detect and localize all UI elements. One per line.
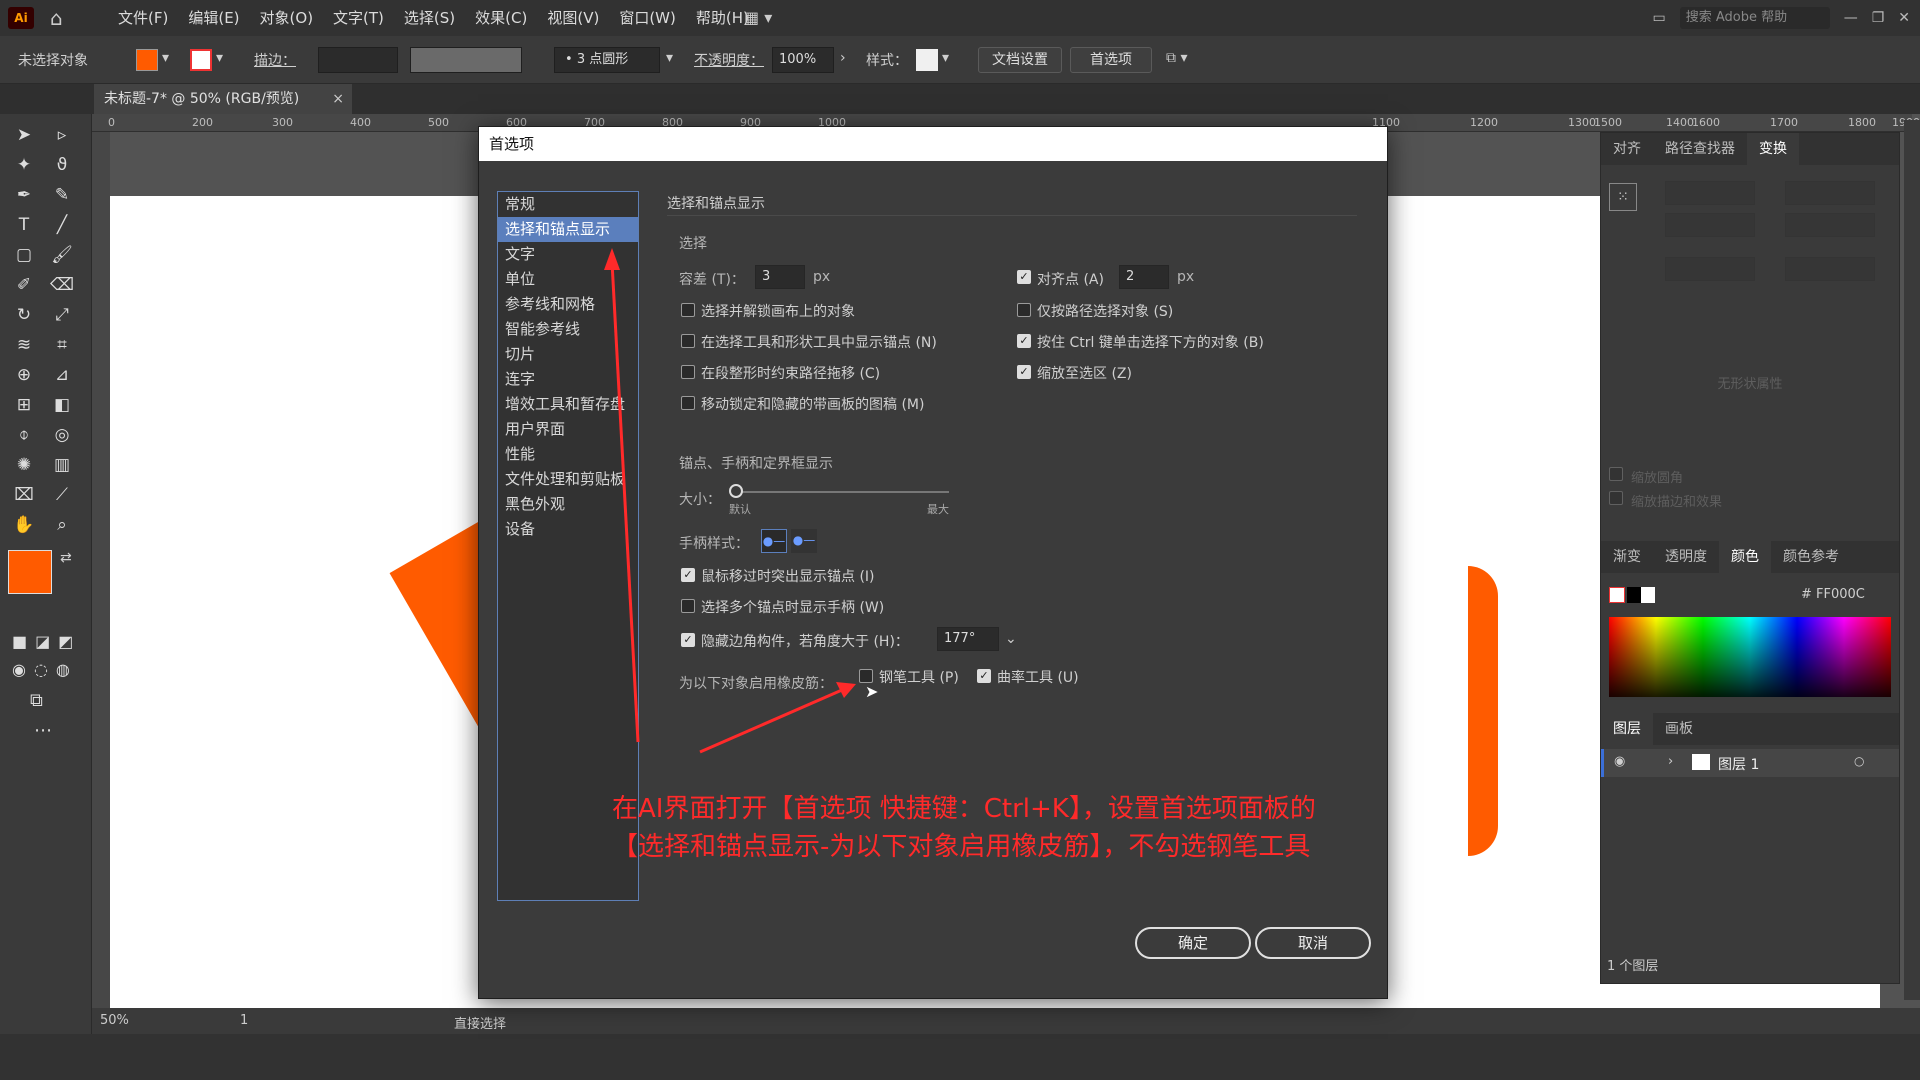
annotation-arrows <box>604 248 856 754</box>
arrow-to-nav <box>610 261 640 743</box>
annotation-line-1: 在AI界面打开【首选项 快捷键：Ctrl+K】，设置首选项面板的 <box>612 794 1316 824</box>
arrow-to-pen-checkbox <box>699 688 843 754</box>
annotation-line-2: 【选择和锚点显示-为以下对象启用橡皮筋】，不勾选钢笔工具 <box>612 832 1311 862</box>
arrow-to-nav-head <box>604 248 620 270</box>
tutorial-annotation: 在AI界面打开【首选项 快捷键：Ctrl+K】，设置首选项面板的 【选择和锚点显… <box>612 790 1372 866</box>
